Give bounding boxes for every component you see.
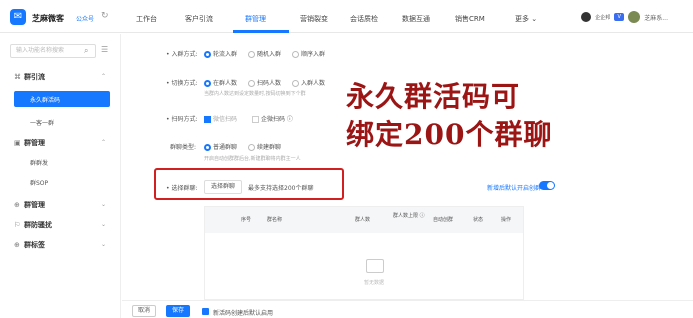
group-icon: ▣ (14, 139, 21, 147)
sidebar-group-group-tags[interactable]: ⊕ 群标签 (14, 240, 45, 250)
search-icon[interactable]: ⌕ (84, 46, 88, 56)
radio-icon[interactable] (292, 80, 299, 87)
vip-badge: V (614, 13, 625, 21)
nav-group-management[interactable]: 群管理 (245, 14, 266, 24)
sidebar-group-label: 群管理 (24, 201, 45, 209)
radio-selected-icon[interactable] (204, 80, 211, 87)
chevron-down-icon[interactable]: ⌄ (101, 241, 106, 248)
nav-workbench[interactable]: 工作台 (136, 14, 157, 24)
sidebar-item-group-sop[interactable]: 群SOP (30, 178, 48, 187)
user-area[interactable]: 企企邦 V 芝麻系... (581, 9, 668, 25)
brand-name: 芝麻微客 (32, 14, 64, 23)
chevron-up-icon[interactable]: ⌃ (101, 73, 106, 80)
chevron-up-icon[interactable]: ⌃ (101, 139, 106, 146)
default-open-toggle[interactable] (539, 181, 555, 190)
brand-subtitle[interactable]: 公众号 (76, 14, 94, 23)
default-open-label: 新增后默认开启创群 (487, 185, 542, 192)
select-groups-button[interactable]: 选择群聊 (204, 180, 242, 194)
table-header: 序号 群名称 群人数 群人数上限 ⓘ 自动创群 状态 操作 (205, 207, 523, 233)
checkbox-checked-icon (204, 116, 211, 123)
sidebar-item-one-customer-one-group[interactable]: 一客一群 (30, 118, 54, 127)
sidebar-item-group-broadcast[interactable]: 群群发 (30, 158, 48, 167)
switch-mode-option-members[interactable]: 在群人数 (204, 78, 237, 87)
switch-mode-label: • 切换方式: (166, 80, 198, 87)
radio-selected-icon[interactable] (204, 144, 211, 151)
radio-icon[interactable] (248, 51, 255, 58)
user-name[interactable]: 芝麻系... (644, 13, 668, 22)
nav-sales-crm[interactable]: 销售CRM (455, 14, 485, 24)
select-groups-label: • 选择群聊: (166, 185, 198, 192)
switch-mode-hint: 当群内人数达到设定数量时,按码切换到下个群 (204, 91, 306, 97)
main-content: • 入群方式: 轮流入群 随机入群 顺序入群 • 切换方式: 在群人数 扫码人数… (122, 34, 693, 318)
switch-mode-option-joins[interactable]: 入群人数 (292, 78, 325, 87)
sidebar-group-label: 群防骚扰 (24, 221, 52, 229)
sidebar-group-group-acquisition[interactable]: ⌘ 群引流 (14, 72, 45, 82)
nav-more[interactable]: 更多 ⌄ (515, 14, 537, 24)
column-header: 序号 (241, 217, 252, 223)
group-type-label: 群聊类型: (170, 144, 197, 151)
sidebar-item-label[interactable]: 永久群活码 (30, 95, 60, 104)
tag-icon: ⊕ (14, 241, 20, 249)
sidebar-group-anti-harassment[interactable]: ⚐ 群防骚扰 (14, 220, 52, 230)
menu-icon[interactable]: ☰ (101, 45, 108, 54)
settings-icon: ⊕ (14, 201, 20, 209)
nav-customer-acquisition[interactable]: 客户引流 (185, 14, 213, 24)
group-type-hint: 开启自动创群群后台,新建群聊将内群主一人 (204, 156, 301, 162)
empty-state-text: 暂无数据 (364, 280, 385, 286)
app-logo: ✉ (10, 9, 26, 25)
join-mode-option-sequential[interactable]: 顺序入群 (292, 49, 325, 58)
sidebar-group-label: 群标签 (24, 241, 45, 249)
switch-mode-option-scans[interactable]: 扫码人数 (248, 78, 281, 87)
checkbox-icon[interactable] (252, 116, 259, 123)
radio-selected-icon[interactable] (204, 51, 211, 58)
join-mode-option-rotate[interactable]: 轮流入群 (204, 49, 237, 58)
sidebar-item-permanent-qr-active[interactable] (14, 91, 110, 107)
company-icon (581, 12, 592, 22)
overlay-annotation-line1: 永久群活码可 (346, 80, 521, 113)
join-mode-option-random[interactable]: 随机入群 (248, 49, 281, 58)
join-mode-label: • 入群方式: (166, 51, 198, 58)
save-button[interactable]: 保存 (166, 305, 190, 317)
column-header: 群人数上限 ⓘ (393, 213, 425, 219)
overlay-annotation-line2: 绑定200个群聊 (346, 118, 553, 151)
column-header: 操作 (501, 217, 512, 223)
checkbox-checked-icon[interactable] (202, 308, 209, 315)
chevron-down-icon[interactable]: ⌄ (101, 221, 106, 228)
column-header: 自动创群 (433, 217, 454, 223)
column-header: 状态 (473, 217, 484, 223)
sidebar-group-group-admin[interactable]: ⊕ 群管理 (14, 200, 45, 210)
group-type-option-normal[interactable]: 普通群聊 (204, 142, 237, 151)
chevron-down-icon[interactable]: ⌄ (101, 201, 106, 208)
column-header: 群人数 (355, 217, 371, 223)
group-type-option-renew[interactable]: 续建群聊 (248, 142, 281, 151)
top-navigation-bar: ✉ 芝麻微客 公众号 ↻ 工作台 客户引流 群管理 营销裂变 会话质检 数据互通… (0, 0, 693, 33)
radio-icon[interactable] (248, 80, 255, 87)
radio-icon[interactable] (292, 51, 299, 58)
nav-session-qc[interactable]: 会话质检 (350, 14, 378, 24)
nav-marketing[interactable]: 营销裂变 (300, 14, 328, 24)
default-enable-label: 新活码创建后默认启用 (213, 310, 274, 317)
sidebar-group-label: 群引流 (24, 73, 45, 81)
column-header: 群名称 (267, 217, 283, 223)
footer-bar: 取消 保存 新活码创建后默认启用 (122, 300, 693, 318)
scan-mode-option-wecom[interactable]: 企微扫码 ⓘ (252, 114, 293, 123)
switch-account-icon[interactable]: ↻ (101, 11, 109, 21)
radio-icon[interactable] (248, 144, 255, 151)
group-table: 序号 群名称 群人数 群人数上限 ⓘ 自动创群 状态 操作 暂无数据 (204, 206, 524, 300)
funnel-icon: ⌘ (14, 73, 21, 81)
scan-mode-label: • 扫码方式: (166, 116, 198, 123)
sidebar-group-label: 群管理 (24, 139, 45, 147)
cancel-button[interactable]: 取消 (132, 305, 156, 317)
select-groups-note: 最多支持选择200个群聊 (248, 185, 314, 192)
empty-inbox-icon (366, 259, 384, 273)
avatar[interactable] (628, 11, 641, 23)
shield-icon: ⚐ (14, 221, 21, 229)
company-tag: 企企邦 (595, 14, 611, 21)
scan-mode-option-wechat: 微信扫码 (204, 114, 237, 123)
sidebar-group-group-management[interactable]: ▣ 群管理 (14, 138, 45, 148)
nav-active-indicator (233, 30, 289, 33)
nav-data-sync[interactable]: 数据互通 (402, 14, 430, 24)
sidebar: 输入功能名称搜索 ⌕ ☰ ⌘ 群引流 ⌃ 永久群活码 一客一群 ▣ 群管理 ⌃ 群群… (0, 34, 121, 318)
